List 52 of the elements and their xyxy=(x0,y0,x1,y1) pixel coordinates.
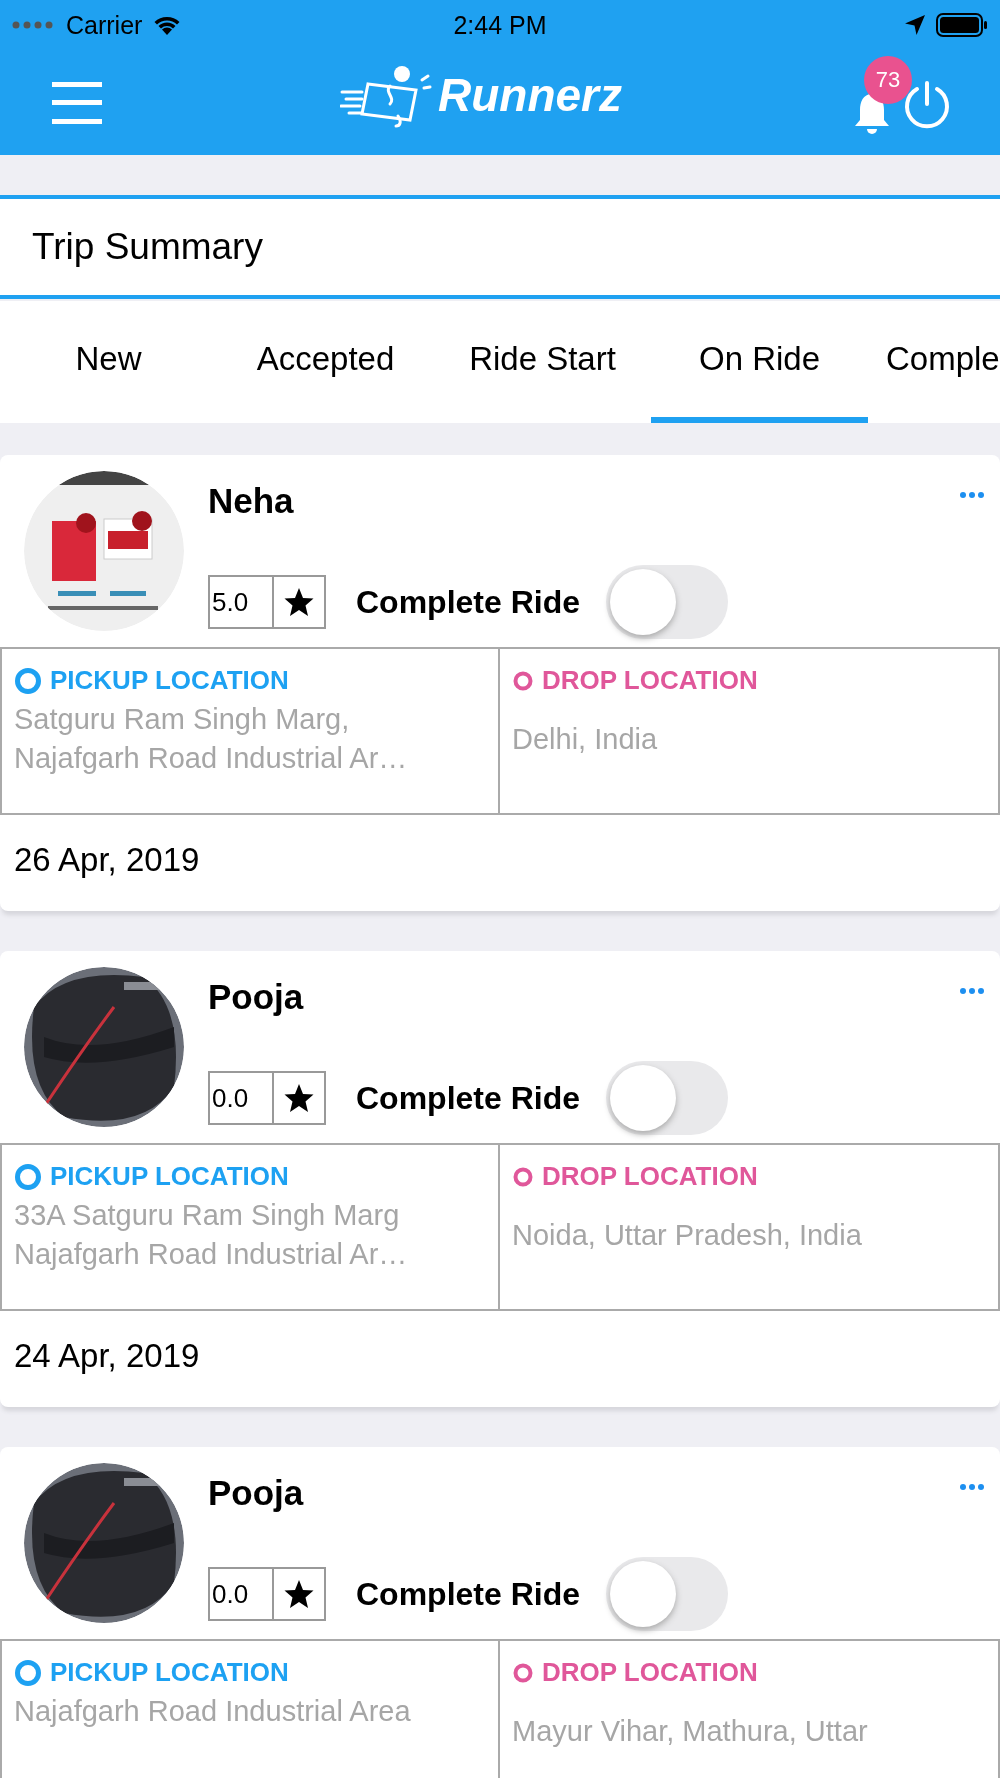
rating-value: 0.0 xyxy=(210,1569,274,1619)
clock-time: 2:44 PM xyxy=(452,10,548,40)
tab[interactable]: Accepted xyxy=(217,301,434,423)
more-icon[interactable] xyxy=(960,988,984,994)
toggle-label: Complete Ride xyxy=(356,1575,581,1613)
tab[interactable]: Comple xyxy=(868,301,1000,423)
trip-date: 26 Apr, 2019 xyxy=(13,840,201,880)
menu-icon[interactable] xyxy=(52,81,102,124)
star-icon xyxy=(284,1083,314,1113)
rating-value: 5.0 xyxy=(210,577,274,627)
tab[interactable]: New xyxy=(0,301,217,423)
location-label: DROP LOCATION xyxy=(542,1657,758,1688)
location-label: DROP LOCATION xyxy=(542,665,758,696)
location-label: PICKUP LOCATION xyxy=(50,1657,289,1688)
toggle-switch[interactable] xyxy=(606,1557,729,1631)
ring-icon xyxy=(512,669,534,692)
address-text: Satguru Ram Singh Marg, Najafgarh Road Industrial Ar… xyxy=(14,702,408,777)
star-icon xyxy=(284,1579,314,1609)
address-text: Noida, Uttar Pradesh, India xyxy=(512,1218,862,1253)
address-text: Mayur Vihar, Mathura, Uttar xyxy=(512,1714,868,1749)
ring-icon xyxy=(14,1162,42,1191)
rating-value: 0.0 xyxy=(210,1073,274,1123)
address-text: Najafgarh Road Industrial Area xyxy=(14,1694,411,1729)
ring-icon xyxy=(512,1661,534,1684)
tab[interactable]: Ride Start xyxy=(434,301,651,423)
toggle-label: Complete Ride xyxy=(356,1079,581,1117)
ring-icon xyxy=(512,1165,534,1188)
location-arrow-icon xyxy=(904,14,926,36)
location-label: PICKUP LOCATION xyxy=(50,1161,289,1192)
carrier-name: Carrier xyxy=(66,10,143,40)
location-label: DROP LOCATION xyxy=(542,1161,758,1192)
page-title: Trip Summary xyxy=(32,226,263,268)
notification-badge: 73 xyxy=(864,55,912,104)
brand-name: Runnerz xyxy=(438,68,622,122)
address-text: Delhi, India xyxy=(512,722,658,757)
rider-name: Pooja xyxy=(208,1473,304,1513)
ring-icon xyxy=(14,666,42,695)
rider-name: Pooja xyxy=(208,977,304,1017)
battery-icon xyxy=(936,13,988,37)
tab[interactable]: On Ride xyxy=(651,301,868,423)
address-text: 33A Satguru Ram Singh Marg Najafgarh Road Industrial Ar… xyxy=(14,1198,408,1273)
power-icon[interactable] xyxy=(902,79,952,130)
more-icon[interactable] xyxy=(960,1484,984,1490)
toggle-label: Complete Ride xyxy=(356,583,581,621)
rider-name: Neha xyxy=(208,481,294,521)
more-icon[interactable] xyxy=(960,492,984,498)
toggle-switch[interactable] xyxy=(606,1061,729,1135)
trip-date: 24 Apr, 2019 xyxy=(13,1336,201,1376)
location-label: PICKUP LOCATION xyxy=(50,665,289,696)
toggle-switch[interactable] xyxy=(606,565,729,639)
ring-icon xyxy=(14,1658,42,1687)
star-icon xyxy=(284,587,314,617)
